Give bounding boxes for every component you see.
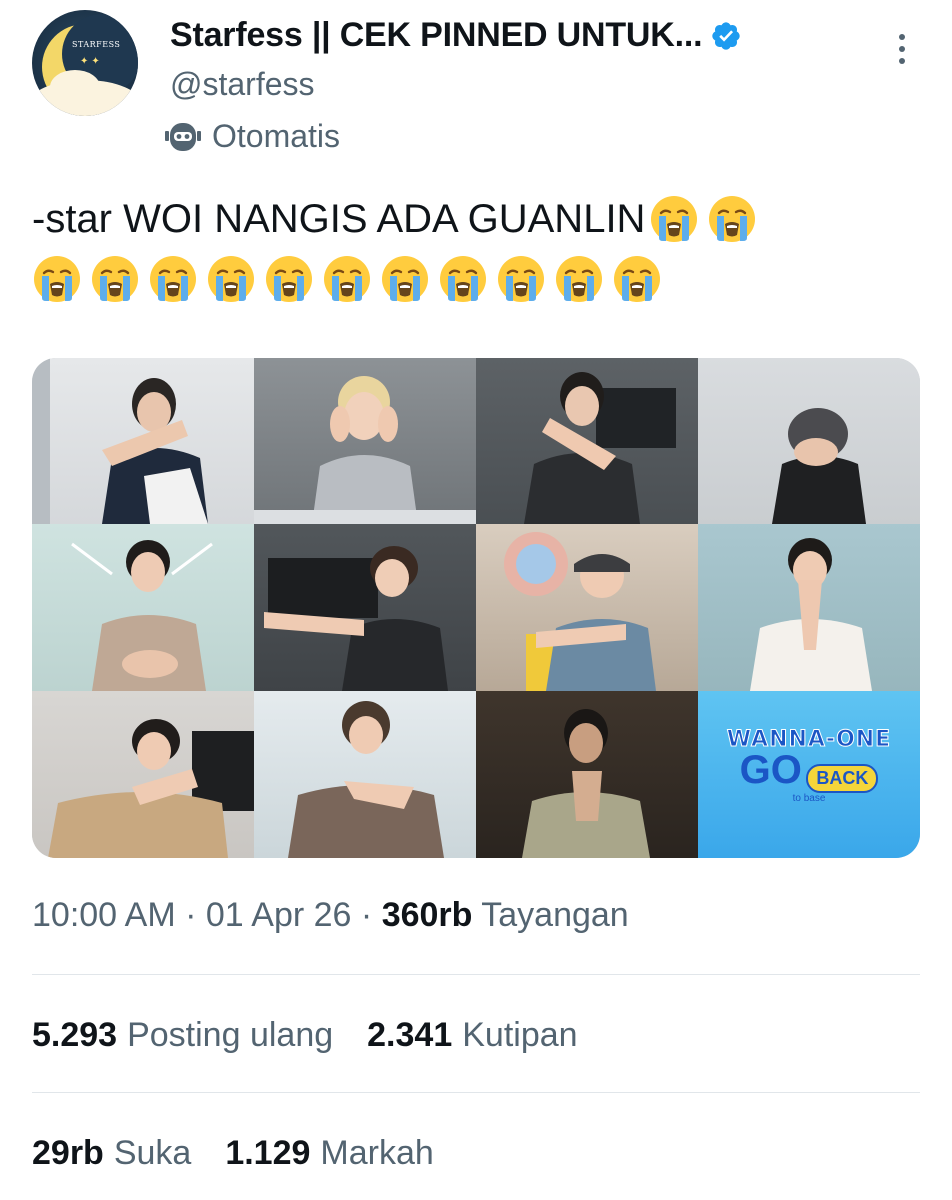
person-figure — [32, 358, 208, 524]
person-figure — [524, 372, 676, 524]
tweet-body-text: -star WOI NANGIS ADA GUANLIN — [32, 197, 646, 241]
divider — [32, 1092, 920, 1093]
logo-back: BACK — [806, 763, 879, 793]
quotes-count: 2.341 — [367, 1016, 453, 1054]
robot-icon — [165, 122, 201, 151]
name-row: Starfess || CEK PINNED UNTUK... — [170, 16, 742, 55]
bookmarks-label: Markah — [320, 1134, 434, 1172]
media-photo-8[interactable] — [698, 524, 920, 691]
divider — [32, 974, 920, 975]
media-grid[interactable]: WANNA-ONE GO BACK to base — [32, 358, 920, 858]
logo-sub: to base — [792, 792, 826, 804]
logo-go: GO — [739, 747, 802, 792]
reposts-label: Posting ulang — [127, 1016, 334, 1054]
likes-stat[interactable]: 29rb Suka — [32, 1134, 191, 1173]
stars-icon: ✦✦ — [80, 56, 103, 67]
media-photo-9[interactable] — [32, 691, 254, 858]
person-figure — [504, 532, 656, 691]
tweet-date[interactable]: 01 Apr 26 — [206, 896, 352, 934]
loudly-crying-face-icon — [150, 256, 196, 302]
loudly-crying-face-icon — [498, 256, 544, 302]
verified-badge-icon[interactable] — [710, 20, 742, 52]
views-count[interactable]: 360rb — [382, 896, 473, 934]
likes-count: 29rb — [32, 1134, 104, 1172]
media-photo-4[interactable] — [698, 358, 920, 524]
stats-row-2: 29rb Suka 1.129 Markah — [32, 1134, 468, 1173]
media-photo-1[interactable] — [32, 358, 254, 524]
bookmarks-count: 1.129 — [225, 1134, 311, 1172]
wanna-one-logo: WANNA-ONE GO BACK to base — [719, 726, 899, 823]
more-options-icon[interactable] — [892, 34, 912, 74]
avatar[interactable]: STARFESS ✦✦ — [32, 10, 138, 116]
stats-row-1: 5.293 Posting ulang 2.341 Kutipan — [32, 1016, 612, 1055]
loudly-crying-face-icon — [266, 256, 312, 302]
likes-label: Suka — [113, 1134, 192, 1172]
person-figure — [71, 540, 213, 691]
person-figure — [288, 701, 444, 858]
media-logo-tile[interactable]: WANNA-ONE GO BACK to base — [698, 691, 920, 858]
views-label[interactable]: Tayangan — [481, 896, 628, 934]
loudly-crying-face-icon — [709, 196, 756, 242]
loudly-crying-face-icon — [556, 256, 602, 302]
meta-separator: · — [360, 896, 373, 934]
media-photo-3[interactable] — [476, 358, 698, 524]
quotes-stat[interactable]: 2.341 Kutipan — [367, 1016, 577, 1055]
loudly-crying-face-icon — [324, 256, 370, 302]
loudly-crying-face-icon — [382, 256, 428, 302]
person-figure — [48, 719, 254, 858]
loudly-crying-face-icon — [440, 256, 486, 302]
handle[interactable]: @starfess — [170, 66, 315, 103]
emoji-group-1 — [649, 194, 765, 244]
loudly-crying-face-icon — [651, 196, 698, 242]
avatar-brand-text: STARFESS — [72, 40, 121, 49]
bookmarks-stat[interactable]: 1.129 Markah — [225, 1134, 433, 1173]
person-figure — [254, 376, 476, 524]
loudly-crying-face-icon — [92, 256, 138, 302]
person-figure — [750, 538, 872, 691]
loudly-crying-face-icon — [208, 256, 254, 302]
person-figure — [772, 408, 866, 524]
loudly-crying-face-icon — [614, 256, 660, 302]
tweet-text: -star WOI NANGIS ADA GUANLIN — [32, 190, 912, 304]
reposts-count: 5.293 — [32, 1016, 118, 1054]
meta-separator: · — [185, 896, 197, 934]
person-figure — [264, 546, 448, 691]
reposts-stat[interactable]: 5.293 Posting ulang — [32, 1016, 333, 1055]
tweet-meta: 10:00 AM · 01 Apr 26 · 360rb Tayangan — [32, 896, 629, 935]
quotes-label: Kutipan — [462, 1016, 578, 1054]
display-name[interactable]: Starfess || CEK PINNED UNTUK... — [170, 16, 703, 55]
emoji-group-2 — [32, 254, 912, 304]
loudly-crying-face-icon — [34, 256, 80, 302]
tweet-time[interactable]: 10:00 AM — [32, 896, 176, 934]
media-photo-2[interactable] — [254, 358, 476, 524]
media-photo-5[interactable] — [32, 524, 254, 691]
media-photo-10[interactable] — [254, 691, 476, 858]
tweet-header: STARFESS ✦✦ Starfess || CEK PINNED UNTUK… — [32, 10, 922, 160]
media-photo-11[interactable] — [476, 691, 698, 858]
tweet-line-1: -star WOI NANGIS ADA GUANLIN — [32, 190, 912, 248]
media-photo-6[interactable] — [254, 524, 476, 691]
automated-account-label[interactable]: Otomatis — [164, 118, 340, 155]
media-photo-7[interactable] — [476, 524, 698, 691]
automated-text: Otomatis — [212, 118, 341, 154]
person-figure — [522, 709, 650, 858]
